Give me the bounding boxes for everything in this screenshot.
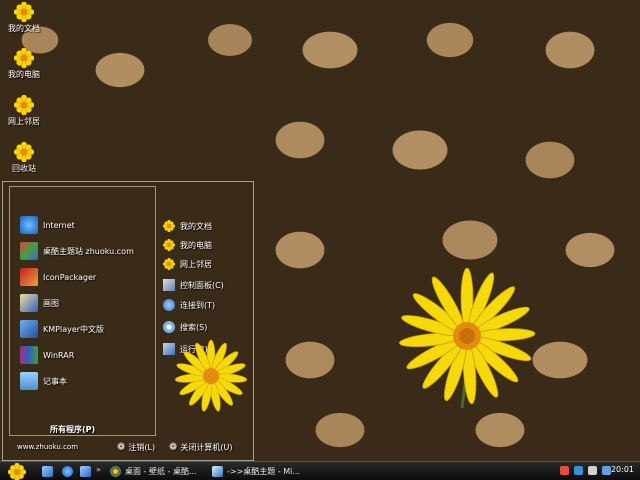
taskbar: » 桌面 - 壁纸 - 桌酷... ->>桌酷主题 - Mi... 20:01 <box>0 461 640 480</box>
control-panel-icon <box>163 279 175 291</box>
menu-item-connect[interactable]: 连接到(T) <box>163 298 215 312</box>
menu-item-network[interactable]: 网上邻居 <box>163 257 212 271</box>
browser-icon <box>110 466 121 477</box>
start-menu-programs: Internet 桌酷主题站 zhuoku.com IconPackager 画… <box>9 186 156 436</box>
flower-icon <box>14 48 34 68</box>
site-url: www.zhuoku.com <box>17 443 79 451</box>
search-icon <box>163 321 175 333</box>
iconpackager-icon <box>20 268 38 286</box>
flower-icon <box>163 220 175 232</box>
winrar-icon <box>20 346 38 364</box>
flower-icon <box>14 95 34 115</box>
desktop-icon-recycle-bin[interactable]: 回收站 <box>2 142 46 174</box>
clock[interactable]: 20:01 <box>611 465 634 474</box>
start-menu-footer: www.zhuoku.com ❁ 注销(L) ❁ 关闭计算机(U) <box>3 440 253 458</box>
shutdown-icon: ❁ <box>169 442 178 453</box>
menu-item-zhuoku[interactable]: 桌酷主题站 zhuoku.com <box>20 241 134 261</box>
quicklaunch-desktop-icon[interactable] <box>42 466 53 477</box>
start-button[interactable] <box>8 463 26 480</box>
flower-icon <box>14 2 34 22</box>
menu-item-paint[interactable]: 画图 <box>20 293 59 313</box>
menu-flower <box>174 339 248 412</box>
site-icon <box>20 242 38 260</box>
quicklaunch-media-icon[interactable] <box>80 466 91 477</box>
paint-icon <box>20 294 38 312</box>
menu-item-iconpackager[interactable]: IconPackager <box>20 267 96 287</box>
desktop-icon-label: 回收站 <box>12 164 36 173</box>
flower-icon <box>14 142 34 162</box>
desktop-icon-label: 网上邻居 <box>8 117 40 126</box>
all-programs-button[interactable]: 所有程序(P) <box>50 424 95 435</box>
menu-item-winrar[interactable]: WinRAR <box>20 345 74 365</box>
quicklaunch-expand-icon[interactable]: » <box>96 465 101 474</box>
document-icon <box>212 466 223 477</box>
start-menu: Internet 桌酷主题站 zhuoku.com IconPackager 画… <box>2 181 254 461</box>
menu-item-control-panel[interactable]: 控制面板(C) <box>163 278 224 292</box>
menu-item-notepad[interactable]: 记事本 <box>20 371 67 391</box>
desktop-icon-label: 我的电脑 <box>8 70 40 79</box>
desktop-icon-my-computer[interactable]: 我的电脑 <box>2 48 46 80</box>
kmplayer-icon <box>20 320 38 338</box>
shutdown-button[interactable]: ❁ 关闭计算机(U) <box>169 442 233 453</box>
desktop-icon-my-documents[interactable]: 我的文档 <box>2 2 46 34</box>
logoff-button[interactable]: ❁ 注销(L) <box>117 442 155 453</box>
menu-item-search[interactable]: 搜索(S) <box>163 320 207 334</box>
ie-icon <box>20 216 38 234</box>
wallpaper-flower <box>398 268 536 408</box>
menu-item-kmplayer[interactable]: KMPlayer中文版 <box>20 319 104 339</box>
taskbar-task-document[interactable]: ->>桌酷主题 - Mi... <box>212 464 312 479</box>
flower-icon <box>163 239 175 251</box>
flower-icon <box>163 258 175 270</box>
desktop-icon-label: 我的文档 <box>8 24 40 33</box>
taskbar-task-browser[interactable]: 桌面 - 壁纸 - 桌酷... <box>110 464 208 479</box>
tray-volume-icon[interactable] <box>588 466 597 475</box>
tray-app-icon[interactable] <box>560 466 569 475</box>
tray-display-icon[interactable] <box>602 466 611 475</box>
logoff-icon: ❁ <box>117 442 126 453</box>
quicklaunch-ie-icon[interactable] <box>62 466 73 477</box>
menu-item-my-documents[interactable]: 我的文档 <box>163 219 212 233</box>
tray-network-icon[interactable] <box>574 466 583 475</box>
connect-icon <box>163 299 175 311</box>
notepad-icon <box>20 372 38 390</box>
desktop-icon-network[interactable]: 网上邻居 <box>2 95 46 127</box>
menu-item-internet[interactable]: Internet <box>20 215 75 235</box>
menu-item-my-computer[interactable]: 我的电脑 <box>163 238 212 252</box>
